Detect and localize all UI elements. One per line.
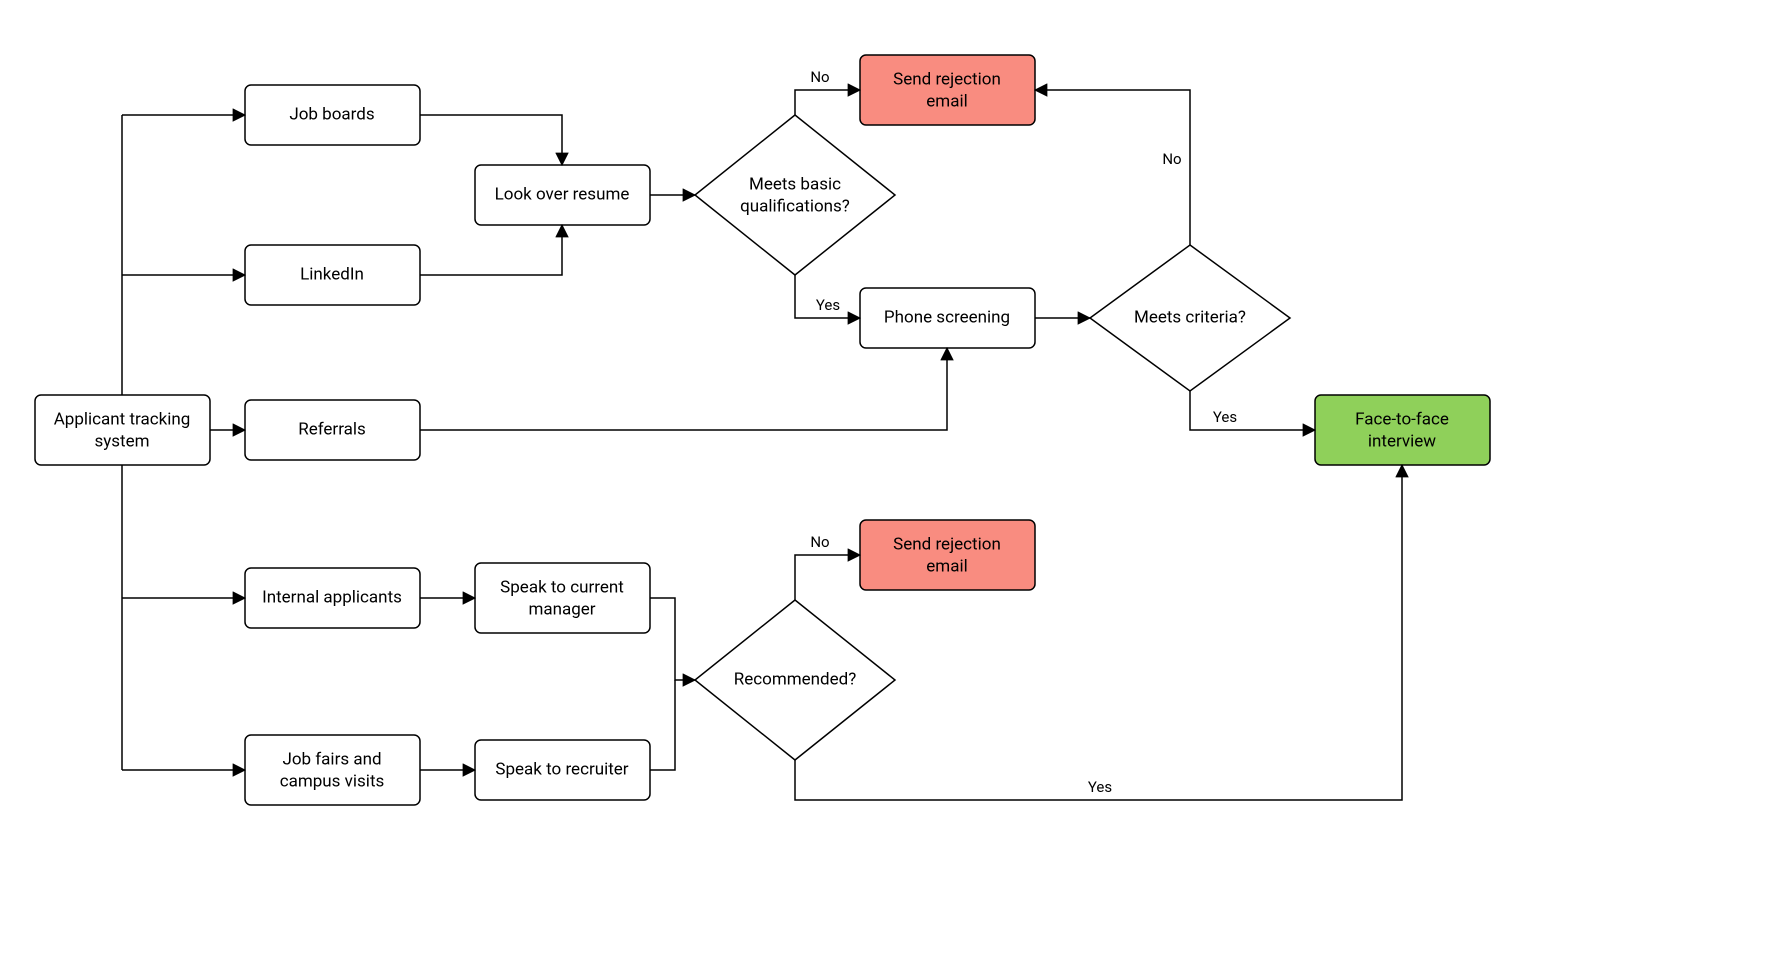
node-send-rejection-email-top: Send rejection email [860, 55, 1035, 125]
label-meets-basic-yes: Yes [816, 296, 840, 314]
node-job-boards: Job boards [245, 85, 420, 145]
svg-text:Send rejection: Send rejection [893, 69, 1001, 89]
svg-text:qualifications?: qualifications? [740, 196, 850, 216]
svg-text:Recommended?: Recommended? [734, 669, 857, 689]
edge-criteria-yes [1190, 391, 1315, 430]
svg-text:Job fairs and: Job fairs and [282, 749, 381, 769]
svg-text:Look over resume: Look over resume [495, 184, 630, 204]
node-referrals: Referrals [245, 400, 420, 460]
svg-text:Face-to-face: Face-to-face [1355, 409, 1449, 429]
flowchart-canvas: Applicant tracking system Job boards Lin… [0, 0, 1767, 966]
svg-text:Applicant tracking: Applicant tracking [54, 409, 191, 429]
node-look-over-resume: Look over resume [475, 165, 650, 225]
svg-text:Send rejection: Send rejection [893, 534, 1001, 554]
edge-recommended-yes [795, 465, 1402, 800]
svg-text:Speak to current: Speak to current [500, 577, 624, 597]
svg-text:Job boards: Job boards [289, 104, 374, 124]
label-criteria-yes: Yes [1213, 408, 1237, 426]
svg-text:LinkedIn: LinkedIn [300, 264, 364, 284]
decision-meets-criteria: Meets criteria? [1090, 245, 1290, 391]
edge-recommended-no [795, 555, 860, 600]
svg-text:interview: interview [1368, 431, 1436, 451]
node-applicant-tracking-system: Applicant tracking system [35, 395, 210, 465]
svg-text:system: system [94, 431, 149, 451]
label-criteria-no: No [1162, 150, 1181, 168]
node-phone-screening: Phone screening [860, 288, 1035, 348]
svg-text:Internal applicants: Internal applicants [262, 587, 402, 607]
node-linkedin: LinkedIn [245, 245, 420, 305]
edge-jobboards-to-resume [420, 115, 562, 165]
svg-text:email: email [926, 91, 967, 111]
decision-recommended: Recommended? [695, 600, 895, 760]
node-internal-applicants: Internal applicants [245, 568, 420, 628]
edge-manager-to-recommended [650, 598, 695, 680]
decision-meets-basic-qualifications: Meets basic qualifications? [695, 115, 895, 275]
node-send-rejection-email-bottom: Send rejection email [860, 520, 1035, 590]
svg-text:campus visits: campus visits [280, 771, 385, 791]
label-recommended-yes: Yes [1088, 778, 1112, 796]
node-job-fairs: Job fairs and campus visits [245, 735, 420, 805]
svg-text:Referrals: Referrals [298, 419, 366, 439]
node-face-to-face-interview: Face-to-face interview [1315, 395, 1490, 465]
edge-referrals-to-phone [420, 348, 947, 430]
svg-text:manager: manager [528, 599, 595, 619]
svg-text:Meets basic: Meets basic [749, 174, 841, 194]
edge-linkedin-to-resume [420, 225, 562, 275]
node-speak-current-manager: Speak to current manager [475, 563, 650, 633]
node-speak-recruiter: Speak to recruiter [475, 740, 650, 800]
svg-text:Meets criteria?: Meets criteria? [1134, 307, 1246, 327]
svg-text:Speak to recruiter: Speak to recruiter [495, 759, 628, 779]
edge-meets-basic-no [795, 90, 860, 115]
label-meets-basic-no: No [810, 68, 829, 86]
svg-text:Phone screening: Phone screening [884, 307, 1010, 327]
edge-recruiter-to-recommended [650, 680, 675, 770]
label-recommended-no: No [810, 533, 829, 551]
svg-text:email: email [926, 556, 967, 576]
